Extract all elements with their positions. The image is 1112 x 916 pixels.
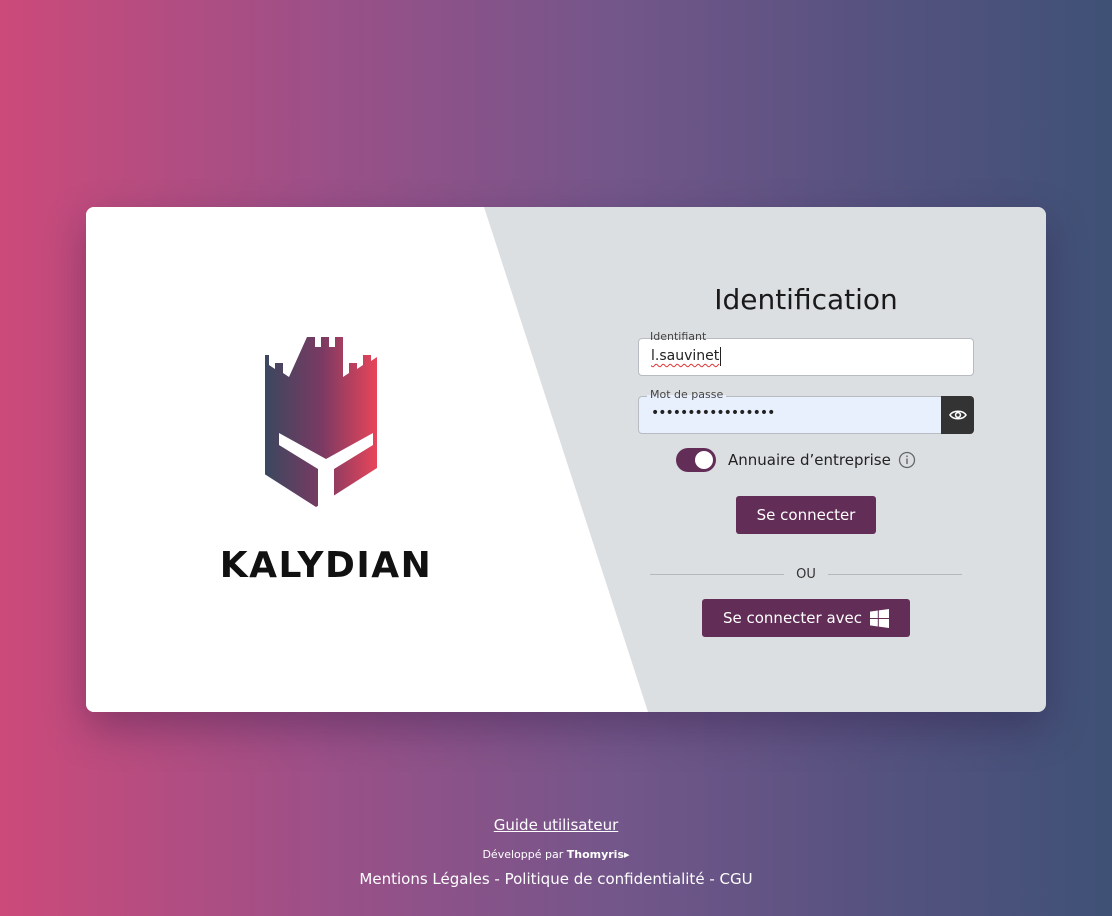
developed-by-text: Développé par	[482, 848, 564, 861]
password-field[interactable]: Mot de passe •••••••••••••••••	[638, 388, 974, 434]
legal-links[interactable]: Mentions Légales - Politique de confiden…	[0, 870, 1112, 888]
username-label: Identifiant	[647, 330, 710, 343]
login-button[interactable]: Se connecter	[736, 496, 876, 534]
page-title: Identification	[714, 283, 898, 316]
brand-name: KALYDIAN	[219, 545, 433, 586]
show-password-button[interactable]	[941, 396, 974, 434]
password-value[interactable]: •••••••••••••••••	[651, 405, 775, 421]
sso-button-label: Se connecter avec	[722, 609, 863, 627]
divider-line-right	[828, 574, 962, 575]
sso-login-button[interactable]: Se connecter avec	[702, 599, 910, 637]
username-field[interactable]: Identifiant l.sauvinet	[638, 330, 974, 376]
developer-credit: Développé par Thomyris▸	[0, 848, 1112, 861]
divider-text: OU	[796, 567, 816, 582]
windows-icon	[870, 608, 890, 628]
user-guide-row: Guide utilisateur	[0, 816, 1112, 834]
developer-logo-mark: ▸	[624, 848, 630, 861]
username-value[interactable]: l.sauvinet	[651, 348, 719, 364]
user-guide-link[interactable]: Guide utilisateur	[494, 816, 619, 834]
directory-toggle-row: Annuaire d’entreprise	[676, 448, 936, 472]
directory-toggle[interactable]	[676, 448, 716, 472]
text-caret	[720, 347, 721, 366]
eye-icon	[948, 410, 967, 420]
divider-line-left	[650, 574, 784, 575]
directory-toggle-label: Annuaire d’entreprise	[728, 451, 891, 469]
login-button-label: Se connecter	[756, 506, 856, 524]
info-icon[interactable]	[898, 451, 916, 469]
castle-logo-icon	[265, 337, 377, 517]
brand-logo: KALYDIAN	[213, 335, 439, 586]
login-card: KALYDIAN Identification Identifiant l.sa…	[86, 207, 1046, 712]
developer-logo[interactable]: Thomyris	[567, 848, 624, 861]
toggle-knob	[695, 451, 713, 469]
password-label: Mot de passe	[647, 388, 727, 401]
or-divider: OU	[650, 565, 962, 585]
